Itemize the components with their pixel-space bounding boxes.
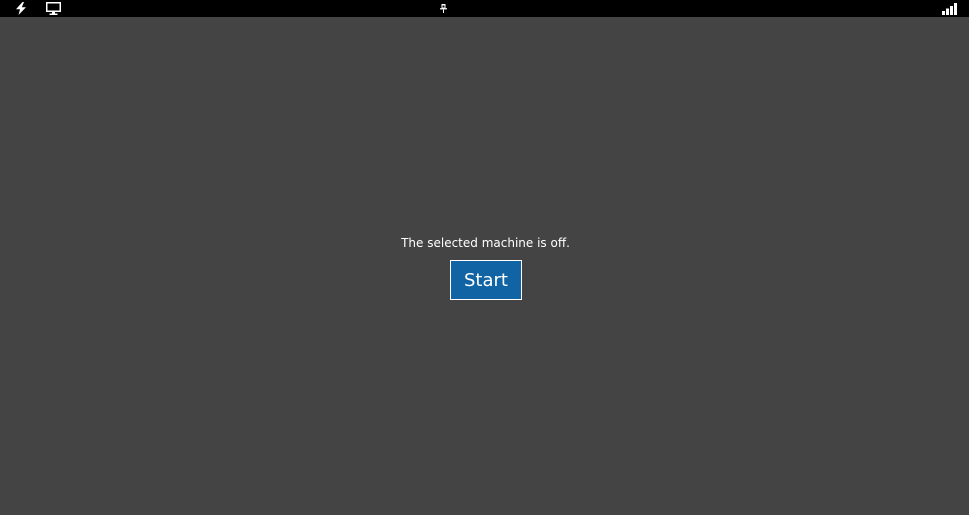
status-message: The selected machine is off. bbox=[401, 236, 570, 250]
start-button[interactable]: Start bbox=[450, 260, 522, 300]
remote-desktop-area: The selected machine is off. Start bbox=[0, 17, 969, 515]
signal-icon bbox=[940, 0, 960, 17]
top-toolbar bbox=[0, 0, 969, 17]
power-icon[interactable] bbox=[13, 0, 29, 17]
pin-icon[interactable] bbox=[437, 0, 449, 17]
monitor-icon[interactable] bbox=[44, 0, 62, 17]
